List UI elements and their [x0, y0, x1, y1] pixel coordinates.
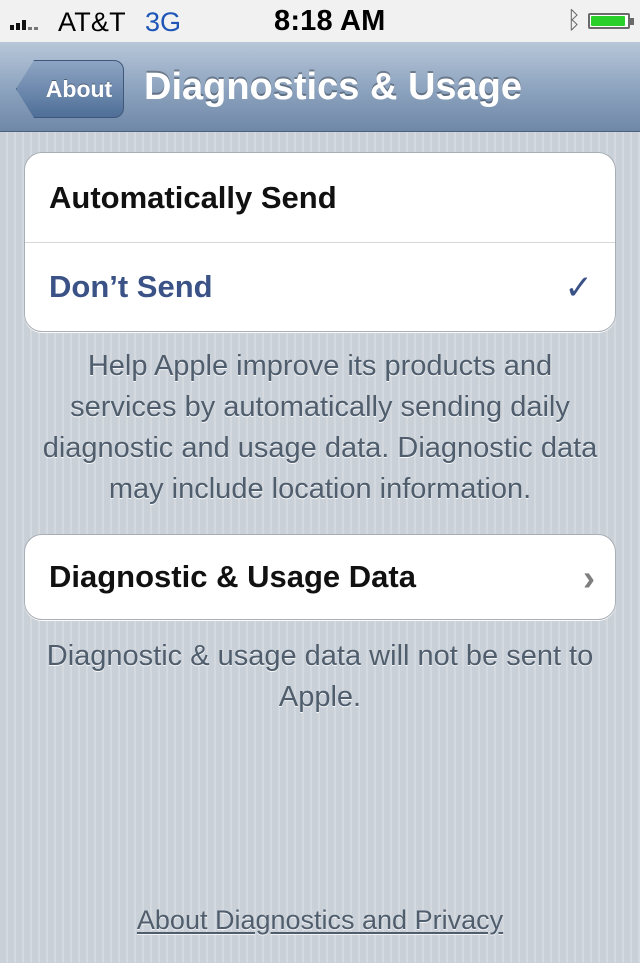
network-type: 3G — [145, 7, 182, 37]
battery-tip — [630, 18, 634, 25]
option-automatically-send[interactable]: Automatically Send — [25, 153, 615, 242]
signal-bar-5 — [34, 27, 38, 30]
option-label: Automatically Send — [49, 179, 337, 215]
bluetooth-icon: ᛒ — [566, 7, 582, 34]
signal-strength-icon — [10, 16, 50, 30]
battery-level-fill — [591, 16, 626, 26]
status-bar: AT&T 3G 8:18 AM ᛒ — [0, 0, 640, 42]
diagnostic-data-group: Diagnostic & Usage Data › — [24, 534, 616, 620]
send-options-group: Automatically Send Don’t Send ✓ — [24, 152, 616, 332]
checkmark-icon: ✓ — [564, 269, 594, 307]
signal-bar-1 — [10, 25, 14, 30]
diagnostics-usage-screen: AT&T 3G 8:18 AM ᛒ About Diagnostics & Us… — [0, 0, 640, 963]
signal-bar-4 — [28, 27, 32, 30]
diagnostic-usage-data-label: Diagnostic & Usage Data — [49, 559, 416, 594]
navigation-bar: About Diagnostics & Usage — [0, 42, 640, 132]
battery-icon — [588, 13, 630, 29]
data-sharing-status: Diagnostic & usage data will not be sent… — [46, 640, 594, 713]
diagnostic-usage-data-row[interactable]: Diagnostic & Usage Data › — [25, 535, 615, 619]
about-diagnostics-privacy-link[interactable]: About Diagnostics and Privacy — [0, 905, 640, 936]
back-button-label: About — [45, 75, 113, 102]
back-button[interactable]: About — [16, 60, 124, 118]
chevron-right-icon: › — [583, 557, 595, 598]
option-dont-send[interactable]: Don’t Send ✓ — [25, 242, 615, 331]
status-time: 8:18 AM — [274, 5, 386, 37]
carrier-name: AT&T — [58, 7, 126, 37]
help-description: Help Apple improve its products and serv… — [42, 350, 598, 505]
signal-bar-2 — [16, 23, 20, 30]
signal-bar-3 — [22, 20, 26, 30]
option-label: Don’t Send — [49, 269, 213, 304]
page-title: Diagnostics & Usage — [144, 66, 522, 108]
